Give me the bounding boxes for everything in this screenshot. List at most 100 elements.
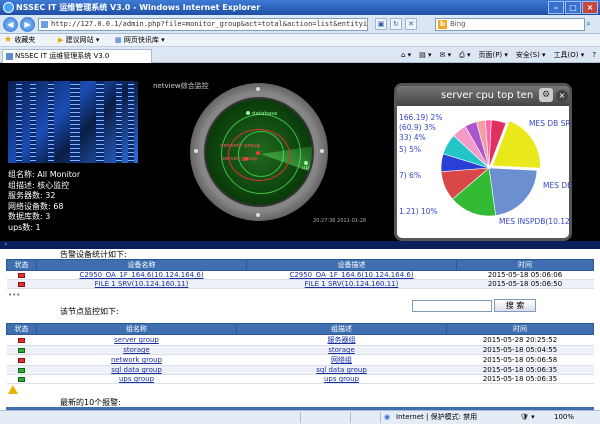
node-status-icon — [18, 337, 25, 343]
group-desc-link[interactable]: sql data group — [316, 366, 367, 374]
safety-menu[interactable]: 安全(S) ▾ — [516, 49, 546, 61]
device-desc-link[interactable]: FILE 1 SRV(10.124.160.11) — [305, 280, 399, 288]
zone-text: Internet | 保护模式: 禁用 — [396, 413, 478, 421]
alarm-time: 2015-05-18 05:06:06 — [456, 270, 594, 280]
tools-menu[interactable]: 工具(O) ▾ — [554, 49, 585, 61]
radar-label-ups: ups — [302, 165, 312, 171]
status-bar: ◉ Internet | 保护模式: 禁用 🛡 ▾ 100% — [0, 410, 600, 424]
database-count: 数据库数: 3 — [8, 212, 51, 221]
node-time: 2015-05-18 05:06:35 — [446, 365, 594, 375]
address-bar: ◀ ▶ http://127.0.0.1/admin.php?file=moni… — [0, 15, 600, 34]
col-device-desc: 设备描述 — [246, 259, 457, 271]
group-desc-link[interactable]: ups group — [324, 375, 359, 383]
tab-active[interactable]: NSSEC IT 运维管理系统 V3.0 — [2, 49, 152, 63]
group-desc: 组描述: 核心监控 — [8, 180, 70, 190]
web-slice-icon: ▦ — [115, 36, 122, 44]
panel-divider: » — [0, 241, 600, 249]
col-status: 状态 — [6, 323, 37, 335]
table-row: storage storage 2015-05-18 05:04:55 — [6, 345, 594, 355]
radar-dot-database[interactable] — [246, 111, 250, 115]
feeds-icon[interactable]: ▤ ▾ — [419, 49, 431, 61]
suggested-sites[interactable]: ▶ 建议网站 ▾ — [58, 34, 99, 47]
device-desc-link[interactable]: C2950_OA_1F_164.6(10.124.164.6) — [289, 271, 413, 279]
table-row: FILE 1 SRV(10.124.160.11) FILE 1 SRV(10.… — [6, 279, 594, 289]
bing-logo-icon: b — [438, 20, 447, 29]
col-time: 时间 — [446, 323, 594, 335]
alarm-status-icon — [18, 281, 25, 287]
url-text: http://127.0.0.1/admin.php?file=monitor_… — [51, 20, 368, 28]
home-icon[interactable]: ⌂ ▾ — [401, 49, 411, 61]
server-count: 服务器数: 32 — [8, 191, 56, 200]
maximize-button[interactable]: □ — [565, 1, 581, 14]
star-icon: ★ — [4, 35, 13, 45]
monitor-panel: 组名称: All Monitor 组描述: 核心监控 服务器数: 32 网络设备… — [0, 63, 600, 249]
minimize-button[interactable]: – — [548, 1, 564, 14]
pie-label: MES DB SRV — [529, 119, 572, 128]
datacenter-image — [8, 81, 138, 163]
ie-logo-icon — [3, 2, 14, 13]
col-status: 状态 — [6, 259, 37, 271]
table-row: ups group ups group 2015-05-18 05:06:35 — [6, 374, 594, 384]
pie-label: MES INSPDB(10.124 — [499, 217, 572, 226]
radar-timestamp: 20:27:36 2011-01-28 — [313, 218, 367, 224]
pie-label: 7) 6% — [399, 171, 421, 180]
group-link[interactable]: ups group — [119, 375, 154, 383]
settings-icon[interactable]: ⚙ — [539, 88, 553, 102]
search-field[interactable]: b Bing ⌕ — [435, 18, 591, 31]
mail-icon[interactable]: ✉ ▾ — [440, 49, 452, 61]
device-link[interactable]: FILE 1 SRV(10.124.160.11) — [95, 280, 189, 288]
panel-close-icon[interactable]: × — [556, 90, 568, 102]
network-count: 网络设备数: 68 — [8, 201, 64, 211]
search-button[interactable]: 搜 索 — [494, 299, 536, 312]
refresh-icon[interactable]: ↻ — [390, 18, 402, 30]
group-name: 组名称: All Monitor — [8, 170, 81, 179]
url-field[interactable]: http://127.0.0.1/admin.php?file=monitor_… — [38, 18, 368, 31]
node-table-title: 该节点监控如下: — [60, 307, 119, 316]
window-title: NSSEC IT 运维管理系统 V3.0 - Windows Internet … — [16, 3, 261, 12]
node-time: 2015-05-18 05:04:55 — [446, 345, 594, 355]
radar-dot-server[interactable] — [256, 151, 260, 155]
col-group-desc: 组描述 — [236, 323, 447, 335]
favorites-bar: ★ 收藏夹 ▶ 建议网站 ▾ ▦ 网页快讯库 ▾ — [0, 34, 600, 47]
node-status-icon — [18, 367, 25, 373]
compat-icon[interactable]: ▣ — [375, 18, 387, 30]
page-menu[interactable]: 页面(P) ▾ — [478, 49, 507, 61]
device-link[interactable]: C2950_OA_1F_164.6(10.124.164.6) — [79, 271, 203, 279]
forward-icon[interactable]: ▶ — [20, 17, 35, 32]
zoom-level[interactable]: 100% — [554, 411, 574, 424]
group-desc-link[interactable]: storage — [328, 346, 355, 354]
back-icon[interactable]: ◀ — [3, 17, 18, 32]
group-link[interactable]: sql data group — [111, 366, 162, 374]
table-row: sql data group sql data group 2015-05-18… — [6, 365, 594, 375]
tab-bar: NSSEC IT 运维管理系统 V3.0 ⌂ ▾ ▤ ▾ ✉ ▾ ⎙ ▾ 页面(… — [0, 47, 600, 63]
group-link[interactable]: server group — [114, 336, 159, 344]
pie-label: MES DB — [543, 181, 572, 190]
page-content: 组名称: All Monitor 组描述: 核心监控 服务器数: 32 网络设备… — [0, 63, 600, 410]
web-slice-gallery[interactable]: ▦ 网页快讯库 ▾ — [115, 34, 165, 47]
col-time: 时间 — [456, 259, 594, 271]
group-desc-link[interactable]: 服务器组 — [328, 336, 356, 344]
globe-icon: ◉ — [384, 413, 391, 421]
print-icon[interactable]: ⎙ ▾ — [459, 49, 470, 61]
stop-icon[interactable]: ✕ — [405, 18, 417, 30]
pie-label: 166.19) 2% — [399, 113, 442, 122]
close-button[interactable]: × — [582, 1, 598, 14]
pie-slice[interactable] — [488, 167, 538, 216]
search-icon[interactable]: ⌕ — [586, 18, 598, 31]
group-link[interactable]: network group — [111, 356, 162, 364]
security-icon[interactable]: 🛡 ▾ — [520, 411, 535, 424]
title-bar: NSSEC IT 运维管理系统 V3.0 - Windows Internet … — [0, 0, 600, 15]
group-link[interactable]: storage — [123, 346, 150, 354]
tab-title: NSSEC IT 运维管理系统 V3.0 — [15, 52, 110, 60]
col-group-name: 组名称 — [36, 323, 237, 335]
more-icon[interactable]: ••• — [8, 291, 20, 299]
node-time: 2015-05-18 05:06:58 — [446, 354, 594, 366]
page-icon — [41, 21, 48, 28]
help-icon[interactable]: ? — [592, 49, 596, 61]
favorites-button[interactable]: ★ 收藏夹 — [4, 34, 35, 47]
group-search-input[interactable] — [412, 300, 492, 312]
group-desc-link[interactable]: 网络组 — [331, 356, 352, 364]
pie-header: server cpu top ten ⚙ × — [397, 86, 569, 106]
cpu-pie-panel: server cpu top ten ⚙ × 166.19) 2% (60.9) … — [394, 83, 572, 241]
pie-label: 5) 5% — [399, 145, 421, 154]
